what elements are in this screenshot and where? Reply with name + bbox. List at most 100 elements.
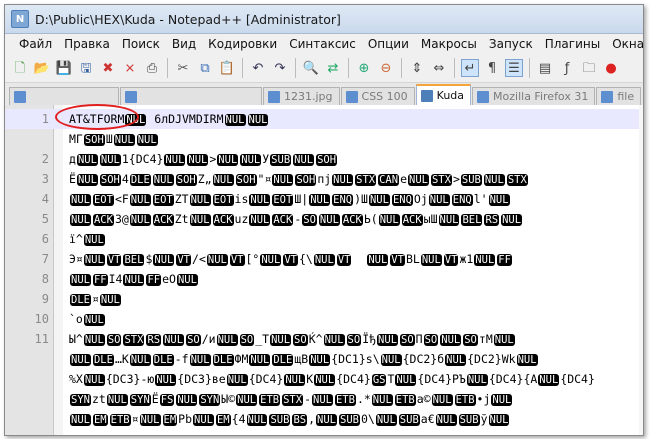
control-char-nul: NUL — [155, 374, 177, 386]
editor-line[interactable]: 5 NUL ACK 3@ NUL ACK Zt NUL ACK uz NUL ACK - SO NUL ACK… — [5, 209, 643, 229]
toolbar-separator — [348, 58, 349, 78]
save-icon[interactable]: 💾 — [55, 59, 73, 77]
tab-kuda[interactable]: Kuda — [415, 84, 472, 105]
sync-h-icon[interactable]: ⇔ — [430, 59, 448, 77]
menu-item-7[interactable]: Макросы — [415, 37, 483, 51]
control-char-nul: NUL — [408, 174, 429, 186]
undo-icon[interactable]: ↶ — [249, 59, 267, 77]
editor-line[interactable]: 6 ї^ NUL — [5, 229, 643, 249]
menu-item-10[interactable]: Окна — [606, 37, 643, 51]
line-text: Ы^ NUL SO STX RS NUL SO/и NUL SO _T NUL SO Ќ^ NUL SO Ïђ… — [69, 332, 515, 346]
control-char-nul: NUL — [435, 414, 457, 426]
menu-item-2[interactable]: Поиск — [116, 37, 166, 51]
control-char-so: SO — [346, 334, 362, 346]
menu-item-3[interactable]: Вид — [166, 37, 202, 51]
control-char-nul: NUL — [260, 254, 282, 266]
cut-icon[interactable]: ✂ — [174, 59, 192, 77]
editor-line[interactable]: 1 AT&TFORM NUL 6лDJVMDIRM NUL NUL — [5, 109, 643, 129]
control-char-nul: NUL — [466, 374, 488, 386]
find-icon[interactable]: 🔍 — [302, 59, 320, 77]
toolbar-separator — [167, 58, 168, 78]
control-char-nul: NUL — [270, 334, 292, 346]
control-char-nul: NUL — [123, 274, 145, 286]
control-char-nul: NUL — [249, 354, 271, 366]
wrap-icon[interactable]: ↵ — [461, 59, 479, 77]
tab-label: Kuda — [436, 89, 465, 102]
control-char-so: SO — [463, 334, 478, 346]
line-number: 6 — [41, 232, 49, 246]
line-number: 8 — [41, 272, 49, 286]
indent-guide-icon[interactable]: ☰ — [505, 59, 523, 77]
tab-mozilla-firefox-31[interactable]: Mozilla Firefox 31 — [472, 87, 596, 105]
control-char-soh: SOH — [295, 174, 317, 186]
control-char-nul: NUL — [367, 254, 389, 266]
editor-line[interactable]: MГ SOH Ш NUL NUL — [5, 129, 643, 149]
control-char-stx: STX — [430, 174, 452, 186]
menu-item-8[interactable]: Запуск — [483, 37, 539, 51]
menu-item-1[interactable]: Правка — [58, 37, 116, 51]
control-char-nul: NUL — [538, 374, 560, 386]
tab-0[interactable] — [9, 87, 119, 105]
print-icon[interactable]: ⎙ — [143, 59, 161, 77]
zoom-out-icon[interactable]: ⊖ — [377, 59, 395, 77]
control-char-nul: NUL — [212, 174, 234, 186]
editor-line[interactable]: 4 NUL EOT <F NUL EOT ZT NUL EOT is NUL EOT Ш| NUL ENQ)… — [5, 189, 643, 209]
close-all-icon[interactable]: ⨯ — [121, 59, 139, 77]
tab-1[interactable] — [120, 87, 262, 105]
control-char-nul: NUL — [491, 394, 513, 406]
save-all-icon[interactable]: 🖫 — [77, 59, 95, 77]
editor-line[interactable]: NUL DLE …K NUL DLE -f NUL DLE ФМ NUL DLE щВ NUL {DC1}… — [5, 349, 643, 369]
editor-line[interactable]: 2 д NUL NUL 1{DC4} NUL NUL > NUL NUL У SUB NUL SOH — [5, 149, 643, 169]
copy-icon[interactable]: ⧉ — [196, 59, 214, 77]
editor-line[interactable]: SYN zt NUL SYN Ё FS NUL SYN Ы© NUL ETB STX - NUL ETB .*… — [5, 389, 643, 409]
control-char-so: SO — [293, 334, 308, 346]
record-icon[interactable]: ● — [602, 59, 620, 77]
tab-file[interactable]: file — [596, 87, 642, 105]
editor-line[interactable]: NUL EM ETB ¤ NUL EM Pb NUL EM {4 NUL SUB BS, NUL SUB 0\… — [5, 409, 643, 429]
replace-icon[interactable]: ⇄ — [324, 59, 342, 77]
control-char-gs: GS — [371, 374, 387, 386]
editor-line[interactable]: %X NUL {DC3}-ю NUL {DC3}ве NUL {DC4} NUL K NUL {DC… — [5, 369, 643, 389]
line-text: %X NUL {DC3}-ю NUL {DC3}ве NUL {DC4} NUL K NUL {DC… — [69, 372, 595, 386]
paste-icon[interactable]: 📋 — [218, 59, 236, 77]
line-number: 3 — [41, 172, 49, 186]
control-char-nul: NUL — [314, 374, 336, 386]
editor-line[interactable]: 7 Э¤ NUL VT BEL $ NUL VT/< NUL VT [° NUL VT {\ NUL VT N… — [5, 249, 643, 269]
menu-item-0[interactable]: Файл — [13, 37, 58, 51]
tab-css-100[interactable]: CSS 100 — [340, 87, 415, 105]
menu-item-9[interactable]: Плагины — [539, 37, 606, 51]
line-text: NUL DLE …K NUL DLE -f NUL DLE ФМ NUL DLE щВ NUL {DC1}… — [70, 352, 538, 366]
control-char-so: SO — [302, 214, 317, 226]
control-char-nul: NUL — [420, 254, 442, 266]
redo-icon[interactable]: ↷ — [271, 59, 289, 77]
editor-line[interactable]: 10 `o NUL — [5, 309, 643, 329]
control-char-sub: SUB — [398, 414, 420, 426]
editor-line[interactable]: 8 NUL FF I4 NUL FF еO NUL — [5, 269, 643, 289]
show-all-icon[interactable]: ¶ — [483, 59, 501, 77]
editor-line[interactable]: 11 Ы^ NUL SO STX RS NUL SO/и NUL SO _T NUL SO Ќ^ NUL SO… — [5, 329, 643, 349]
zoom-in-icon[interactable]: ⊕ — [355, 59, 373, 77]
control-char-stx: STX — [123, 334, 145, 346]
line-number: 5 — [41, 212, 49, 226]
close-icon[interactable]: ✖ — [99, 59, 117, 77]
control-char-vt: VT — [106, 254, 122, 266]
control-char-soh: SOH — [235, 174, 257, 186]
control-char-so: SO — [186, 334, 201, 346]
editor-line[interactable]: 3 Ё NUL SOH 4 DLE NUL SOH Z„ NUL SOH "¤ NUL SOH пj NUL S… — [5, 169, 643, 189]
function-list-icon[interactable]: ƒ — [558, 59, 576, 77]
control-char-rs: RS — [484, 214, 500, 226]
editor-line[interactable]: 9 DLE ¤ NUL — [5, 289, 643, 309]
doc-map-icon[interactable]: ▤ — [536, 59, 554, 77]
control-char-nul: NUL — [164, 154, 186, 166]
control-char-nul: NUL — [163, 334, 185, 346]
sync-v-icon[interactable]: ⇕ — [408, 59, 426, 77]
menu-item-5[interactable]: Синтаксис — [283, 37, 362, 51]
editor[interactable]: 1 AT&TFORM NUL 6лDJVMDIRM NUL NUL MГ SOH Ш NUL NU… — [5, 105, 643, 435]
control-char-nul: NUL — [83, 314, 105, 326]
open-file-icon[interactable]: 📂 — [33, 59, 51, 77]
new-file-icon[interactable]: 🗋 — [11, 59, 29, 77]
folder-icon[interactable]: 🗀 — [580, 59, 598, 77]
menu-item-6[interactable]: Опции — [362, 37, 415, 51]
tab-1231-jpg[interactable]: 1231.jpg — [263, 87, 340, 105]
menu-item-4[interactable]: Кодировки — [202, 37, 283, 51]
